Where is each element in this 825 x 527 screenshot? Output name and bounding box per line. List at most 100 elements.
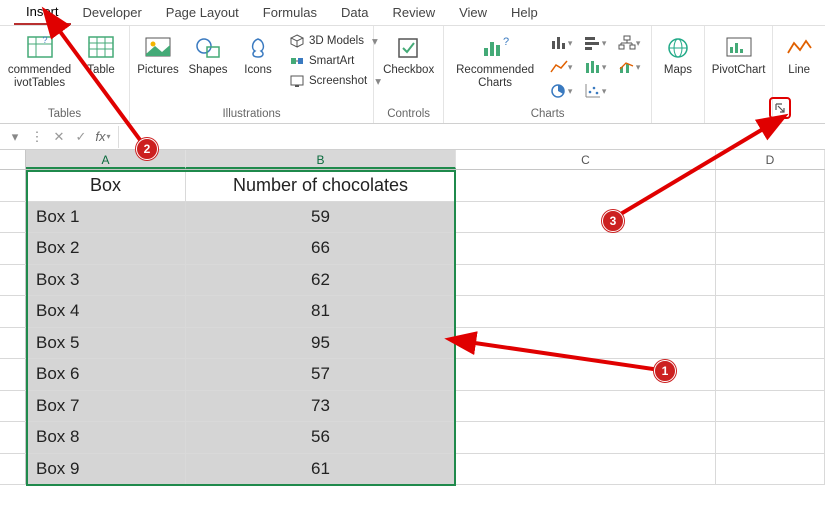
pivotchart-button[interactable]: PivotChart <box>711 32 767 79</box>
col-header-c[interactable]: C <box>456 150 716 169</box>
fx-button[interactable]: fx▾ <box>92 126 114 148</box>
cell-d1[interactable] <box>716 170 825 201</box>
cell-c10[interactable] <box>456 454 716 485</box>
cell-a1[interactable]: Box <box>26 170 186 201</box>
cell-d8[interactable] <box>716 391 825 422</box>
cell-a6[interactable]: Box 5 <box>26 328 186 359</box>
combo-chart-icon[interactable]: ▾ <box>614 56 644 78</box>
column-chart-icon[interactable]: ▾ <box>546 32 576 54</box>
group-label-controls: Controls <box>380 106 437 123</box>
sparkline-icon <box>785 34 813 62</box>
tab-help[interactable]: Help <box>499 2 550 24</box>
chart-icon: ? <box>481 34 509 62</box>
screenshot-icon <box>289 73 305 89</box>
scatter-chart-icon[interactable]: ▾ <box>580 80 610 102</box>
svg-text:?: ? <box>503 36 509 48</box>
cell-c2[interactable] <box>456 202 716 233</box>
cell-b2[interactable]: 59 <box>186 202 456 233</box>
cell-b1[interactable]: Number of chocolates <box>186 170 456 201</box>
recommended-charts-button[interactable]: ? Recommended Charts <box>450 32 540 92</box>
pie-chart-icon[interactable]: ▾ <box>546 80 576 102</box>
cell-c6[interactable] <box>456 328 716 359</box>
smartart-icon <box>289 53 305 69</box>
icons-button[interactable]: Icons <box>236 32 280 79</box>
hierarchy-chart-icon[interactable]: ▾ <box>614 32 644 54</box>
cell-c1[interactable] <box>456 170 716 201</box>
sparkline-line-button[interactable]: Line <box>777 32 821 79</box>
cell-b3[interactable]: 66 <box>186 233 456 264</box>
cell-a3[interactable]: Box 2 <box>26 233 186 264</box>
table-icon <box>87 34 115 62</box>
pivotchart-icon <box>725 34 753 62</box>
bar-chart-icon[interactable]: ▾ <box>580 32 610 54</box>
namebox-dropdown[interactable]: ▾ <box>4 126 26 148</box>
shapes-icon <box>194 34 222 62</box>
stat-chart-icon[interactable]: ▾ <box>580 56 610 78</box>
cell-d5[interactable] <box>716 296 825 327</box>
charts-dialog-launcher[interactable] <box>769 97 791 119</box>
cell-b8[interactable]: 73 <box>186 391 456 422</box>
group-label-charts: Charts <box>450 106 645 123</box>
cell-b10[interactable]: 61 <box>186 454 456 485</box>
cell-d4[interactable] <box>716 265 825 296</box>
cell-a10[interactable]: Box 9 <box>26 454 186 485</box>
checkbox-button[interactable]: Checkbox <box>380 32 437 79</box>
cell-d6[interactable] <box>716 328 825 359</box>
cell-d7[interactable] <box>716 359 825 390</box>
tab-review[interactable]: Review <box>380 2 447 24</box>
worksheet-grid[interactable]: Box Number of chocolates Box 159Box 266B… <box>0 170 825 485</box>
table-button[interactable]: Table <box>79 32 123 79</box>
smartart-button[interactable]: SmartArt <box>286 52 384 70</box>
recommended-pivot-tables-button[interactable]: ? commended ivotTables <box>6 32 73 92</box>
tab-insert[interactable]: Insert <box>14 1 71 25</box>
cell-a9[interactable]: Box 8 <box>26 422 186 453</box>
tab-page-layout[interactable]: Page Layout <box>154 2 251 24</box>
cell-c4[interactable] <box>456 265 716 296</box>
cell-b5[interactable]: 81 <box>186 296 456 327</box>
line-chart-icon[interactable]: ▾ <box>546 56 576 78</box>
maps-button[interactable]: Maps <box>656 32 700 79</box>
col-header-a[interactable]: A <box>26 150 186 169</box>
select-all-corner[interactable] <box>0 150 26 169</box>
cell-b7[interactable]: 57 <box>186 359 456 390</box>
cell-a5[interactable]: Box 4 <box>26 296 186 327</box>
cell-c5[interactable] <box>456 296 716 327</box>
cell-b4[interactable]: 62 <box>186 265 456 296</box>
cell-a4[interactable]: Box 3 <box>26 265 186 296</box>
tab-view[interactable]: View <box>447 2 499 24</box>
tab-data[interactable]: Data <box>329 2 380 24</box>
chart-type-grid: ▾ ▾ ▾ ▾ ▾ ▾ ▾ ▾ <box>546 32 644 102</box>
cell-c8[interactable] <box>456 391 716 422</box>
3d-models-button[interactable]: 3D Models▾ <box>286 32 384 50</box>
col-header-b[interactable]: B <box>186 150 456 169</box>
cancel-icon[interactable]: ✕ <box>48 126 70 148</box>
tab-formulas[interactable]: Formulas <box>251 2 329 24</box>
group-label-illustrations: Illustrations <box>136 106 367 123</box>
column-headers: A B C D <box>0 150 825 170</box>
icons-icon <box>244 34 272 62</box>
cell-d9[interactable] <box>716 422 825 453</box>
cell-d2[interactable] <box>716 202 825 233</box>
shapes-button[interactable]: Shapes <box>186 32 230 79</box>
cell-c9[interactable] <box>456 422 716 453</box>
more-charts-icon[interactable] <box>614 80 644 102</box>
cell-d10[interactable] <box>716 454 825 485</box>
cell-a2[interactable]: Box 1 <box>26 202 186 233</box>
cell-c3[interactable] <box>456 233 716 264</box>
cell-d3[interactable] <box>716 233 825 264</box>
group-label-tables: Tables <box>6 106 123 123</box>
col-header-d[interactable]: D <box>716 150 825 169</box>
cell-a7[interactable]: Box 6 <box>26 359 186 390</box>
cell-b9[interactable]: 56 <box>186 422 456 453</box>
ribbon: ? commended ivotTables Table Tables Pict… <box>0 26 825 124</box>
cell-b6[interactable]: 95 <box>186 328 456 359</box>
cell-c7[interactable] <box>456 359 716 390</box>
enter-icon[interactable]: ✓ <box>70 126 92 148</box>
formula-input[interactable] <box>118 126 825 148</box>
tab-developer[interactable]: Developer <box>71 2 154 24</box>
pivot-icon: ? <box>26 34 54 62</box>
screenshot-button[interactable]: Screenshot▾ <box>286 72 384 90</box>
pictures-button[interactable]: Pictures <box>136 32 180 79</box>
cell-a8[interactable]: Box 7 <box>26 391 186 422</box>
ribbon-tabs: Insert Developer Page Layout Formulas Da… <box>0 0 825 26</box>
